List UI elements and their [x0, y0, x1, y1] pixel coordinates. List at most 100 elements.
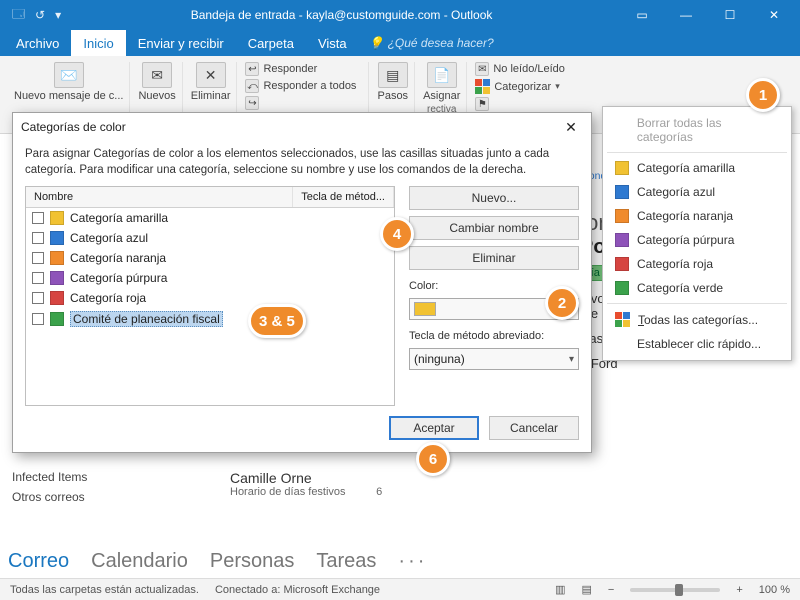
message-list-fragment: Camille Orne Horario de días festivos 6 [230, 470, 382, 498]
dialog-delete-button[interactable]: Eliminar [409, 246, 579, 270]
peek-more[interactable]: ··· [398, 550, 427, 573]
menu-label: Establecer clic rápido... [637, 337, 761, 351]
col-name[interactable]: Nombre [26, 187, 293, 207]
maximize-button[interactable]: ☐ [710, 0, 750, 30]
col-shortcut[interactable]: Tecla de métod... [293, 187, 394, 207]
forward-button[interactable]: ↪ [245, 96, 356, 110]
list-row-yellow[interactable]: Categoría amarilla [26, 208, 394, 228]
folder-other[interactable]: Otros correos [12, 490, 87, 504]
menu-category-green[interactable]: Categoría verde [603, 276, 791, 300]
checkbox[interactable] [32, 232, 44, 244]
categorize-button[interactable]: Categorizar ▾ [475, 79, 565, 94]
peek-tasks[interactable]: Tareas [316, 550, 376, 573]
qat-dropdown-icon[interactable]: ▾ [55, 8, 61, 22]
follow-up-button[interactable]: ⚑ [475, 97, 565, 111]
dialog-ok-button[interactable]: Aceptar [389, 416, 479, 440]
checkbox[interactable] [32, 212, 44, 224]
row-label: Categoría púrpura [70, 271, 167, 285]
assign-label: Asignar [423, 90, 460, 102]
quick-steps-button[interactable]: ▤ Pasos [377, 62, 408, 102]
swatch-icon [50, 211, 64, 225]
checkbox[interactable] [32, 252, 44, 264]
swatch-orange-icon [615, 209, 629, 223]
unread-read-button[interactable]: ✉ No leído/Leído [475, 62, 565, 76]
menu-all-categories[interactable]: Todas las categorías... [603, 307, 791, 332]
view-reading-icon[interactable]: ▤ [582, 583, 592, 596]
zoom-in-button[interactable]: + [736, 584, 742, 596]
dialog-cancel-button[interactable]: Cancelar [489, 416, 579, 440]
menu-clear-categories[interactable]: Borrar todas las categorías [603, 111, 791, 149]
peek-mail[interactable]: Correo [8, 550, 69, 573]
navigation-peek-bar: Correo Calendario Personas Tareas ··· [8, 546, 427, 576]
folder-infected[interactable]: Infected Items [12, 470, 87, 484]
menu-clear-label: Borrar todas las categorías [637, 116, 779, 144]
steps-icon: ▤ [378, 62, 408, 88]
tab-home[interactable]: Inicio [71, 30, 125, 56]
new-items-button[interactable]: ✉︎ Nuevos [138, 62, 175, 102]
minimize-button[interactable]: — [666, 0, 706, 30]
qat-save-icon[interactable]: 🗔 [12, 5, 25, 26]
menu-category-yellow[interactable]: Categoría amarilla [603, 156, 791, 180]
peek-people[interactable]: Personas [210, 550, 295, 573]
list-row-blue[interactable]: Categoría azul [26, 228, 394, 248]
new-message-button[interactable]: ✉️ Nuevo mensaje de c... [14, 62, 123, 102]
list-row-purple[interactable]: Categoría púrpura [26, 268, 394, 288]
window-titlebar: 🗔 ↺ ▾ Bandeja de entrada - kayla@customg… [0, 0, 800, 30]
list-row-green-selected[interactable]: Comité de planeación fiscal [26, 308, 394, 330]
unread-label: No leído/Leído [493, 63, 565, 75]
dialog-new-button[interactable]: Nuevo... [409, 186, 579, 210]
peek-calendar[interactable]: Calendario [91, 550, 188, 573]
menu-category-orange[interactable]: Categoría naranja [603, 204, 791, 228]
close-button[interactable]: ✕ [754, 0, 794, 30]
reply-icon: ↩ [245, 62, 259, 76]
category-list[interactable]: Nombre Tecla de métod... Categoría amari… [25, 186, 395, 406]
tab-folder[interactable]: Carpeta [236, 30, 306, 56]
menu-label: Categoría azul [637, 185, 715, 199]
callout-3-5: 3 & 5 [248, 304, 306, 338]
view-normal-icon[interactable]: ▥ [555, 583, 565, 596]
envelope-closed-icon: ✉ [475, 62, 489, 76]
color-preview-icon [414, 302, 436, 316]
reply-button[interactable]: ↩ Responder [245, 62, 356, 76]
swatch-icon [50, 231, 64, 245]
shortcut-combo[interactable]: (ninguna) ▾ [409, 348, 579, 370]
new-items-label: Nuevos [138, 90, 175, 102]
menu-category-purple[interactable]: Categoría púrpura [603, 228, 791, 252]
checkbox[interactable] [32, 292, 44, 304]
callout-2: 2 [545, 286, 579, 320]
tab-send-receive[interactable]: Enviar y recibir [126, 30, 236, 56]
zoom-out-button[interactable]: − [608, 584, 614, 596]
status-connection: Conectado a: Microsoft Exchange [215, 584, 380, 596]
reply-label: Responder [263, 63, 317, 75]
dialog-instructions: Para asignar Categorías de color a los e… [25, 147, 579, 178]
zoom-slider[interactable] [630, 588, 720, 592]
shortcut-label: Tecla de método abreviado: [409, 330, 579, 342]
reply-all-label: Responder a todos [263, 80, 356, 92]
menu-category-red[interactable]: Categoría roja [603, 252, 791, 276]
list-row-red[interactable]: Categoría roja [26, 288, 394, 308]
menu-category-blue[interactable]: Categoría azul [603, 180, 791, 204]
tell-me[interactable]: 💡 ¿Qué desea hacer? [369, 30, 494, 56]
list-row-orange[interactable]: Categoría naranja [26, 248, 394, 268]
tab-file[interactable]: Archivo [4, 30, 71, 56]
row-label: Categoría azul [70, 231, 148, 245]
folder-pane-fragment: Infected Items Otros correos [12, 470, 87, 510]
shortcut-value: (ninguna) [414, 352, 465, 366]
message-sender[interactable]: Camille Orne [230, 470, 382, 486]
menu-quick-click[interactable]: Establecer clic rápido... [603, 332, 791, 356]
dialog-rename-button[interactable]: Cambiar nombre [409, 216, 579, 240]
qat-undo-icon[interactable]: ↺ [35, 8, 45, 22]
delete-button[interactable]: ✕ Eliminar [191, 62, 231, 102]
window-title: Bandeja de entrada - kayla@customguide.c… [61, 8, 622, 22]
forward-icon: ↪ [245, 96, 259, 110]
checkbox[interactable] [32, 272, 44, 284]
ribbon-options-icon[interactable]: ▭ [622, 0, 662, 30]
tab-view[interactable]: Vista [306, 30, 359, 56]
checkbox[interactable] [32, 313, 44, 325]
callout-4: 4 [380, 217, 414, 251]
dialog-close-button[interactable]: ✕ [559, 115, 583, 139]
swatch-blue-icon [615, 185, 629, 199]
assign-policy-button[interactable]: 📄 Asignar rectiva [423, 62, 460, 115]
steps-label: Pasos [377, 90, 408, 102]
reply-all-button[interactable]: ⤺Responder a todos [245, 79, 356, 93]
